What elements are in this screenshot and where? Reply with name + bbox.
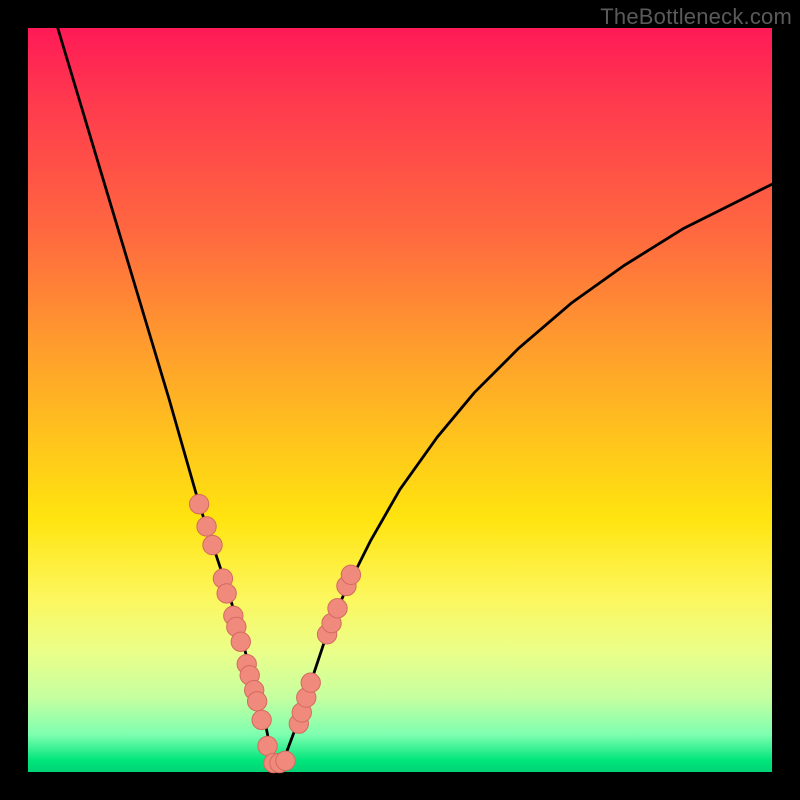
data-marker <box>189 494 208 513</box>
watermark-text: TheBottleneck.com <box>600 4 792 30</box>
data-marker <box>203 535 222 554</box>
chart-frame: TheBottleneck.com <box>0 0 800 800</box>
bottleneck-curve <box>58 28 772 765</box>
data-marker <box>301 673 320 692</box>
data-marker <box>258 736 277 755</box>
data-marker <box>247 692 266 711</box>
plot-area <box>28 28 772 772</box>
chart-svg <box>28 28 772 772</box>
data-marker <box>341 565 360 584</box>
data-marker <box>217 584 236 603</box>
data-marker <box>328 599 347 618</box>
marker-layer <box>189 494 360 772</box>
data-marker <box>252 710 271 729</box>
data-marker <box>197 517 216 536</box>
data-marker <box>231 632 250 651</box>
data-marker <box>276 751 295 770</box>
curve-layer <box>58 28 772 765</box>
